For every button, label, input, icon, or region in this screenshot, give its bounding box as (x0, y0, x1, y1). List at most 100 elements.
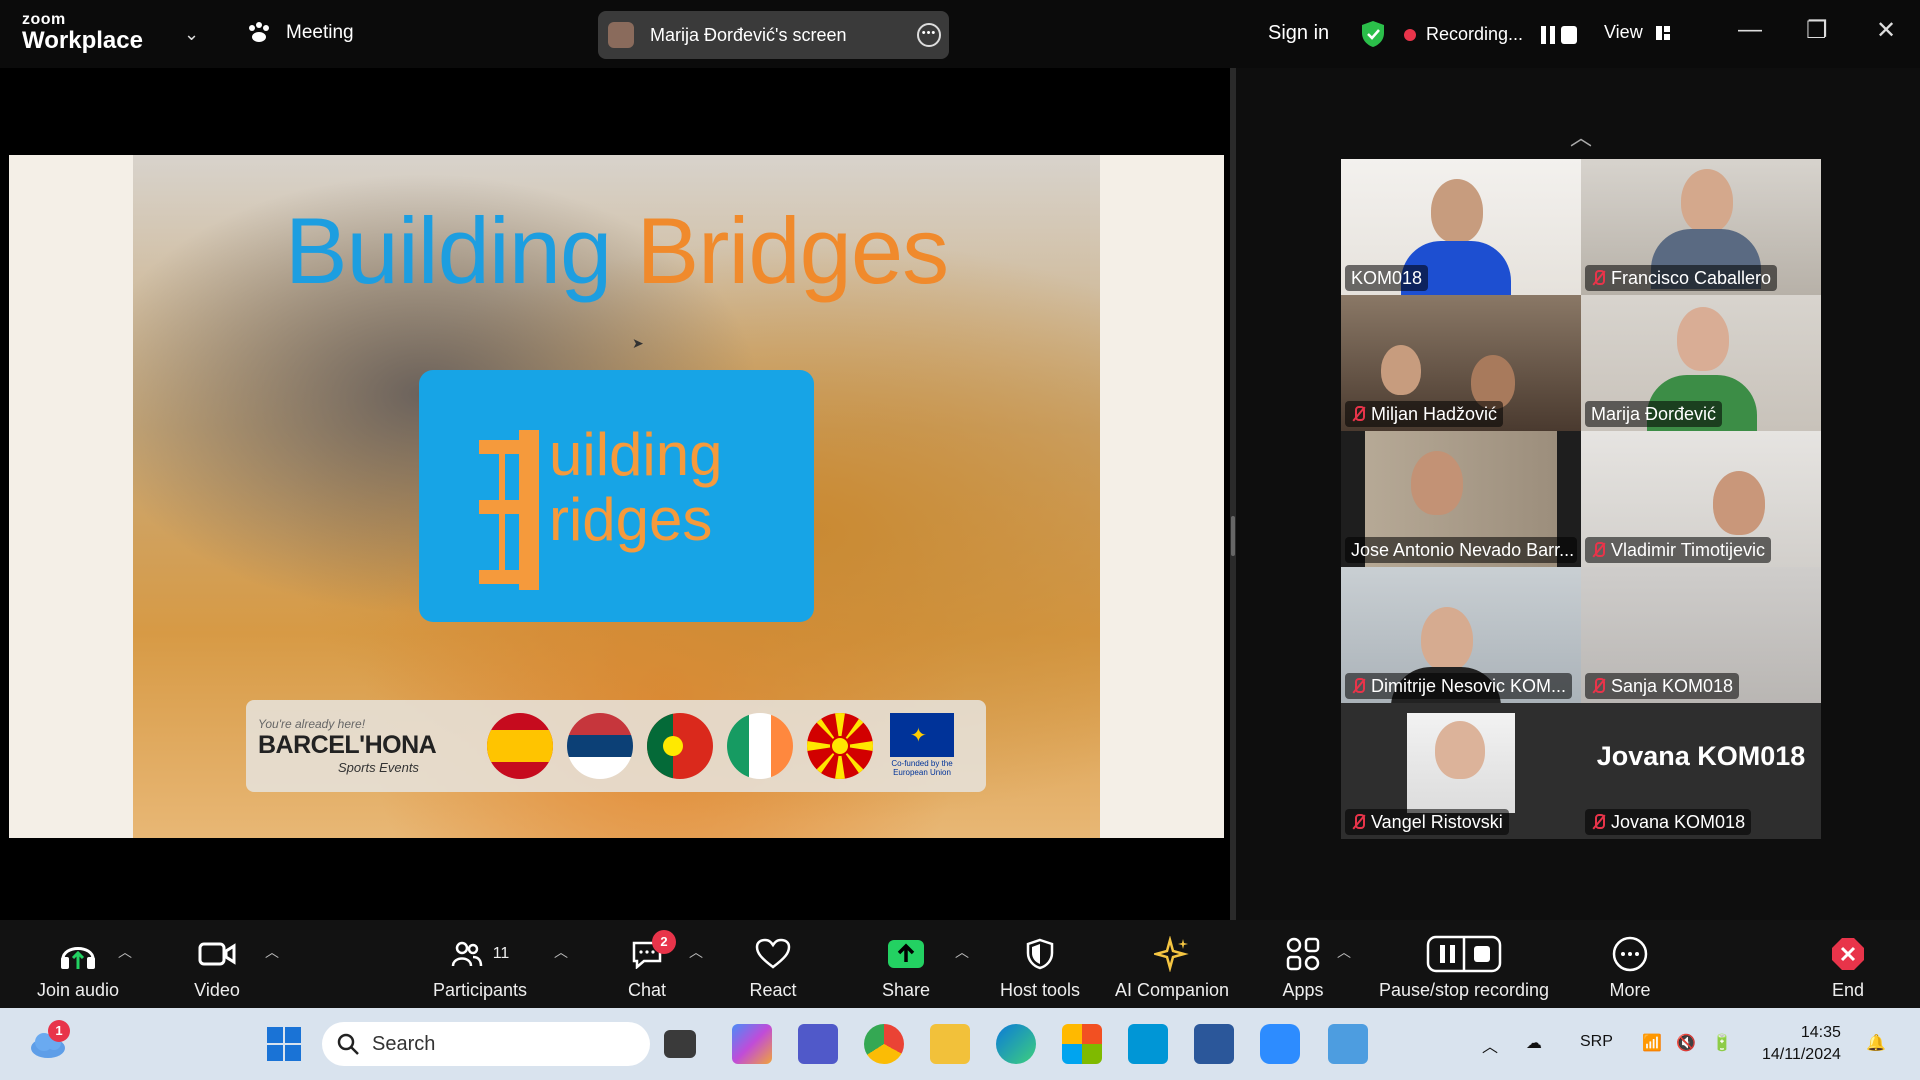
host-tools-button[interactable]: Host tools (996, 934, 1084, 1001)
spain-flag-icon (487, 713, 553, 779)
screen-share-indicator[interactable]: Marija Đorđević's screen ••• (598, 11, 949, 59)
north-macedonia-flag-icon (807, 713, 873, 779)
chat-options-caret-icon[interactable]: ︿ (689, 942, 703, 962)
pause-stop-recording-icon (1426, 935, 1502, 973)
participant-tile[interactable]: Vladimir Timotijevic (1581, 431, 1821, 567)
meeting-info-button[interactable]: Meeting (246, 20, 354, 46)
stop-recording-icon[interactable] (1561, 25, 1578, 44)
minimize-icon[interactable]: — (1738, 16, 1762, 44)
participant-name-tag: Dimitrije Nesovic KOM... (1345, 673, 1573, 699)
pause-recording-icon[interactable] (1541, 25, 1556, 44)
participant-tile[interactable]: Sanja KOM018 (1581, 567, 1821, 703)
search-icon (337, 1033, 359, 1055)
participant-tile[interactable]: Vangel Ristovski (1341, 703, 1581, 839)
participant-name-tag: Sanja KOM018 (1585, 673, 1740, 699)
zoom-window: zoom Workplace ⌄ Meeting Marija Đorđević… (0, 0, 1920, 1080)
chat-button[interactable]: Chat 2 (620, 930, 676, 1001)
start-button[interactable] (264, 1024, 304, 1064)
apps-button[interactable]: Apps (1280, 934, 1326, 1001)
video-options-caret-icon[interactable]: ︿ (265, 942, 279, 962)
microsoft-store-icon[interactable] (1062, 1024, 1102, 1064)
photos-icon[interactable] (1328, 1024, 1368, 1064)
share-button[interactable]: Share (876, 934, 936, 1001)
zoom-taskbar-icon[interactable] (1260, 1024, 1300, 1064)
participant-name-tag: Jovana KOM018 (1585, 809, 1752, 835)
meeting-label: Meeting (286, 22, 354, 43)
system-clock[interactable]: 14:35 14/11/2024 (1762, 1022, 1841, 1066)
ai-companion-button[interactable]: AI Companion (1111, 934, 1233, 1001)
teams-icon[interactable] (798, 1024, 838, 1064)
share-options-caret-icon[interactable]: ︿ (955, 942, 969, 962)
splitter-grip[interactable] (1231, 516, 1235, 556)
chevron-down-icon[interactable]: ⌄ (184, 24, 199, 45)
meeting-paw-icon (249, 22, 269, 42)
ireland-flag-icon (727, 713, 793, 779)
task-view-icon[interactable] (664, 1030, 696, 1058)
participant-tile[interactable]: Miljan Hadžović (1341, 295, 1581, 431)
participant-name: Francisco Caballero (1611, 267, 1772, 288)
participant-name-tag: Vladimir Timotijevic (1585, 537, 1772, 563)
slide-title: Building Bridges (9, 197, 1224, 305)
battery-icon[interactable]: 🔋 (1712, 1033, 1732, 1053)
join-audio-button[interactable]: Join audio (30, 934, 126, 1001)
view-button[interactable]: View (1604, 22, 1671, 43)
encryption-shield-icon[interactable] (1360, 20, 1386, 48)
sign-in-button[interactable]: Sign in (1268, 22, 1329, 45)
file-explorer-icon[interactable] (930, 1024, 970, 1064)
barcelhona-logo: You're already here! BARCEL'HONA Sports … (258, 717, 473, 775)
more-button[interactable]: More (1604, 934, 1656, 1001)
restore-icon[interactable]: ❐ (1806, 16, 1828, 45)
participants-button[interactable]: 11 Participants (430, 934, 530, 1001)
onedrive-icon[interactable]: ☁ (1526, 1033, 1542, 1053)
react-button[interactable]: React (746, 934, 800, 1001)
grid-view-icon (1655, 25, 1670, 40)
copilot-icon[interactable] (732, 1024, 772, 1064)
participant-name: KOM018 (1351, 267, 1423, 288)
participant-name-tag: Marija Đorđević (1585, 401, 1723, 427)
pause-stop-recording-label: Pause/stop recording (1378, 980, 1550, 1000)
windows-taskbar: 1 Search ︿ ☁ SRP 📶 🔇 🔋 14:35 14/11/2024 … (0, 1008, 1920, 1080)
bridge-logo-icon (479, 430, 539, 590)
zoom-logo: zoom Workplace (22, 12, 143, 53)
clock-date: 14/11/2024 (1762, 1046, 1841, 1063)
participant-name: Dimitrije Nesovic KOM... (1371, 675, 1567, 696)
audio-options-caret-icon[interactable]: ︿ (118, 942, 132, 962)
participant-name: Miljan Hadžović (1371, 403, 1498, 424)
cursor-icon: ➤ (632, 335, 644, 351)
notifications-bell-icon[interactable]: 🔔 (1866, 1033, 1886, 1053)
end-label: End (1831, 980, 1865, 1000)
taskbar-search[interactable]: Search (322, 1022, 650, 1066)
title-bar: zoom Workplace ⌄ Meeting Marija Đorđević… (0, 0, 1920, 68)
myhp-icon[interactable] (1128, 1024, 1168, 1064)
muted-mic-icon (1591, 678, 1605, 694)
pause-stop-recording-button[interactable]: Pause/stop recording (1374, 934, 1554, 1001)
chevron-up-icon[interactable]: ︿ (1570, 120, 1592, 152)
heart-icon (755, 938, 791, 969)
participants-options-caret-icon[interactable]: ︿ (554, 942, 568, 962)
show-hidden-icons-icon[interactable]: ︿ (1482, 1033, 1498, 1057)
edge-icon[interactable] (996, 1024, 1036, 1064)
active-speaker-tile[interactable]: Marija Đorđević (1581, 295, 1821, 431)
apps-options-caret-icon[interactable]: ︿ (1337, 942, 1351, 962)
word-icon[interactable] (1194, 1024, 1234, 1064)
participant-tile[interactable]: Jovana KOM018 Jovana KOM018 (1581, 703, 1821, 839)
participant-tile[interactable]: Jose Antonio Nevado Barr... (1341, 431, 1581, 567)
share-screen-icon (888, 940, 924, 968)
weather-widget[interactable]: 1 (28, 1020, 70, 1066)
language-indicator[interactable]: SRP (1580, 1033, 1613, 1051)
more-options-icon[interactable]: ••• (917, 23, 941, 47)
partner-sub: Sports Events (338, 760, 419, 775)
participant-tile[interactable]: Dimitrije Nesovic KOM... (1341, 567, 1581, 703)
end-meeting-button[interactable]: End (1826, 934, 1870, 1001)
serbia-flag-icon (567, 713, 633, 779)
clock-time: 14:35 (1800, 1024, 1841, 1041)
close-icon[interactable]: ✕ (1876, 16, 1896, 45)
participant-tile[interactable]: Francisco Caballero (1581, 159, 1821, 295)
more-label: More (1609, 980, 1651, 1000)
chrome-icon[interactable] (864, 1024, 904, 1064)
volume-muted-icon[interactable]: 🔇 (1676, 1033, 1696, 1053)
participant-tile[interactable]: KOM018 (1341, 159, 1581, 295)
video-button[interactable]: Video (180, 934, 254, 1001)
join-audio-label: Join audio (36, 980, 120, 1000)
wifi-icon[interactable]: 📶 (1642, 1033, 1662, 1053)
